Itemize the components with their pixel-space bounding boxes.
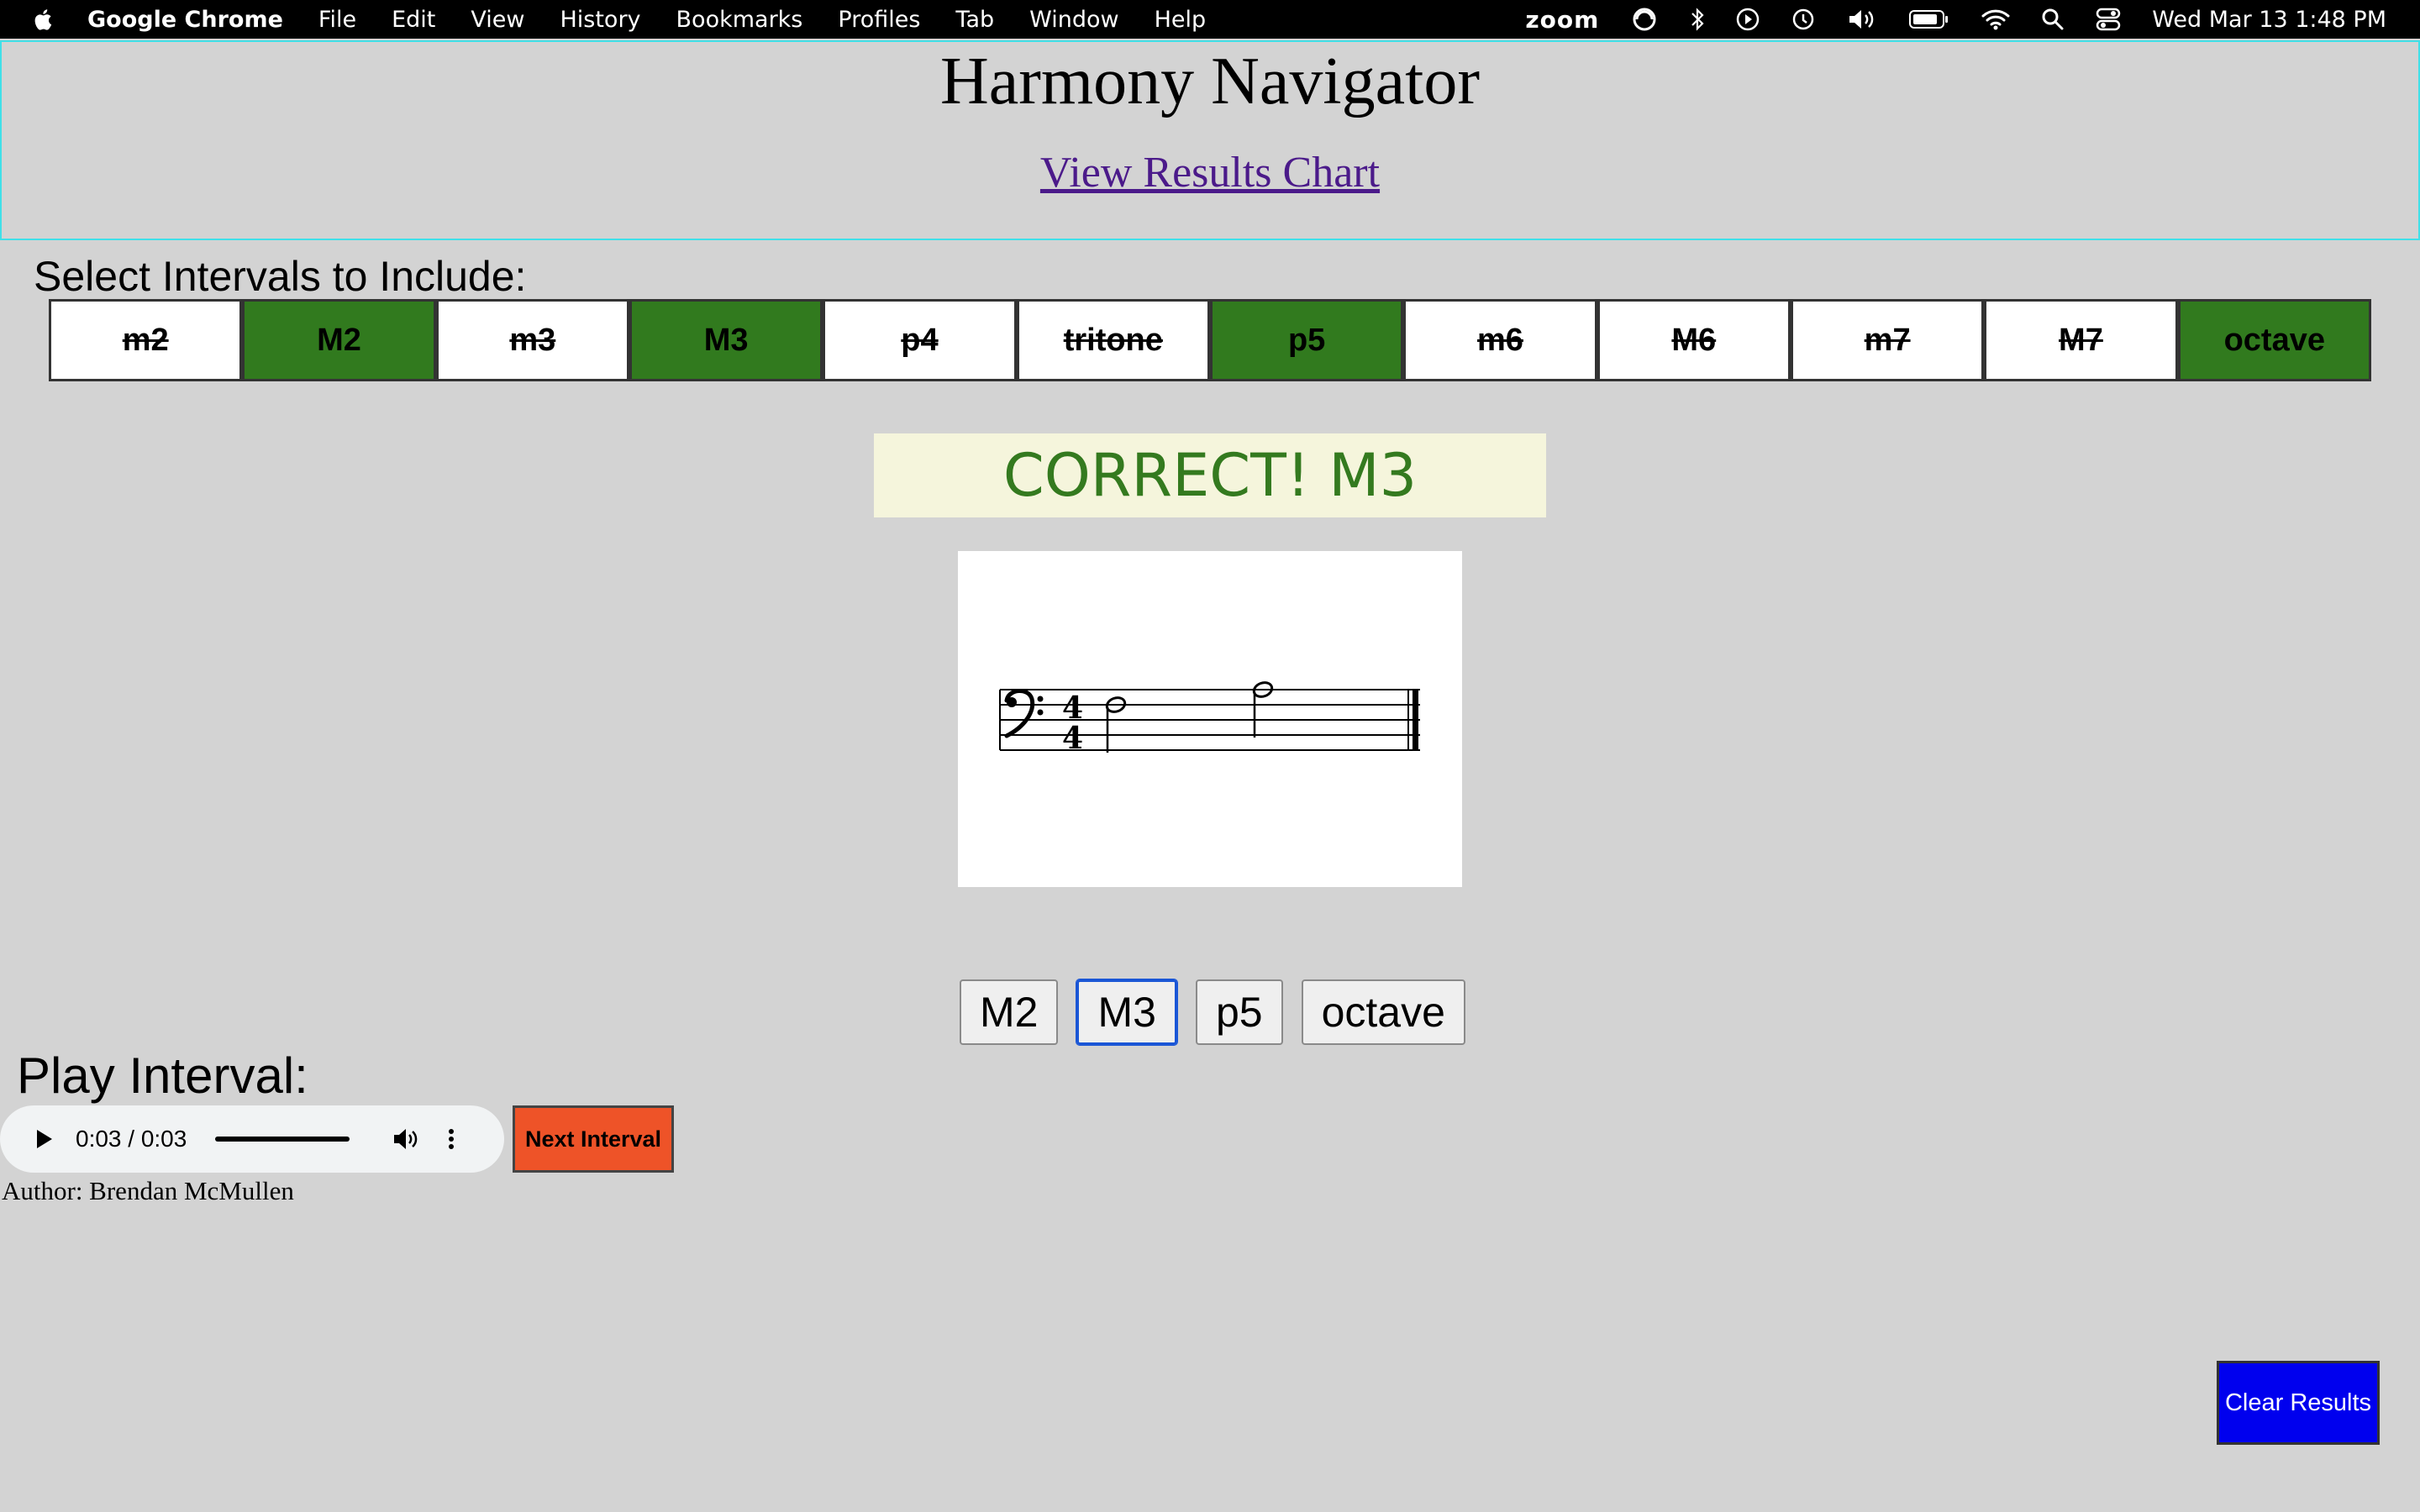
menu-profiles[interactable]: Profiles <box>838 7 920 33</box>
answer-button-M3[interactable]: M3 <box>1076 979 1178 1046</box>
clear-results-button[interactable]: Clear Results <box>2217 1361 2380 1445</box>
menu-view[interactable]: View <box>471 7 524 33</box>
notation-panel: 4 4 <box>958 551 1462 887</box>
interval-toggle-M7[interactable]: M7 <box>1984 299 2178 381</box>
staff-notation: 4 4 <box>999 681 1420 756</box>
menu-file[interactable]: File <box>318 7 356 33</box>
interval-toggle-M3[interactable]: M3 <box>629 299 823 381</box>
volume-icon[interactable] <box>392 1126 420 1152</box>
menu-help[interactable]: Help <box>1155 7 1207 33</box>
menu-edit[interactable]: Edit <box>392 7 435 33</box>
app-name[interactable]: Google Chrome <box>87 7 283 33</box>
play-interval-label: Play Interval: <box>17 1047 308 1104</box>
play-icon[interactable] <box>35 1128 54 1150</box>
audio-player: 0:03 / 0:03 <box>0 1105 504 1173</box>
next-interval-button[interactable]: Next Interval <box>513 1105 674 1173</box>
answer-button-M2[interactable]: M2 <box>960 979 1059 1045</box>
menu-history[interactable]: History <box>560 7 640 33</box>
interval-toggle-p5[interactable]: p5 <box>1209 299 1404 381</box>
audio-time: 0:03 / 0:03 <box>76 1126 187 1152</box>
interval-toggle-m2[interactable]: m2 <box>49 299 243 381</box>
view-results-chart-link[interactable]: View Results Chart <box>2 148 2418 197</box>
play-circle-icon[interactable] <box>1735 7 1760 32</box>
time-signature: 4 4 <box>1062 690 1083 756</box>
author-credit: Author: Brendan McMullen <box>2 1176 294 1205</box>
page-title: Harmony Navigator <box>939 45 1481 118</box>
battery-icon[interactable] <box>1908 8 1950 30</box>
volume-icon[interactable] <box>1846 7 1878 32</box>
time-machine-icon[interactable] <box>1791 7 1816 32</box>
interval-toggle-m6[interactable]: m6 <box>1403 299 1597 381</box>
interval-toggle-tritone[interactable]: tritone <box>1016 299 1210 381</box>
menu-bookmarks[interactable]: Bookmarks <box>676 7 803 33</box>
interval-selector: m2 M2 m3 M3 p4 tritone p5 m6 M6 m7 M7 oc… <box>49 299 2371 381</box>
wifi-icon[interactable] <box>1981 8 2011 31</box>
menu-bar: Google Chrome File Edit View History Boo… <box>0 0 2420 39</box>
select-intervals-label: Select Intervals to Include: <box>34 253 527 300</box>
interval-toggle-p4[interactable]: p4 <box>823 299 1017 381</box>
answer-button-p5[interactable]: p5 <box>1195 979 1283 1045</box>
bass-clef-icon <box>1004 689 1044 738</box>
answer-buttons: M2 M3 p5 octave <box>960 979 1465 1046</box>
interval-toggle-M6[interactable]: M6 <box>1597 299 1791 381</box>
apple-icon[interactable] <box>34 8 52 30</box>
page-header: Harmony Navigator View Results Chart <box>0 40 2420 240</box>
control-center-icon[interactable] <box>2095 7 2122 32</box>
interval-toggle-octave[interactable]: octave <box>2177 299 2371 381</box>
menu-window[interactable]: Window <box>1029 7 1118 33</box>
menubar-datetime[interactable]: Wed Mar 13 1:48 PM <box>2152 7 2386 33</box>
creative-cloud-icon[interactable] <box>1629 7 1660 32</box>
bluetooth-icon[interactable] <box>1690 7 1705 32</box>
feedback-banner: CORRECT! M3 <box>874 433 1546 517</box>
svg-text:4: 4 <box>1062 721 1083 756</box>
menu-tab[interactable]: Tab <box>955 7 994 33</box>
search-icon[interactable] <box>2041 8 2065 31</box>
zoom-status-item[interactable]: zoom <box>1525 6 1599 34</box>
interval-toggle-m7[interactable]: m7 <box>1790 299 1985 381</box>
more-options-icon[interactable] <box>447 1126 455 1152</box>
answer-button-octave[interactable]: octave <box>1301 979 1465 1045</box>
audio-progress-bar[interactable] <box>215 1137 350 1142</box>
note-lower <box>1105 696 1127 753</box>
interval-toggle-M2[interactable]: M2 <box>242 299 436 381</box>
note-upper <box>1252 681 1274 738</box>
interval-toggle-m3[interactable]: m3 <box>435 299 629 381</box>
